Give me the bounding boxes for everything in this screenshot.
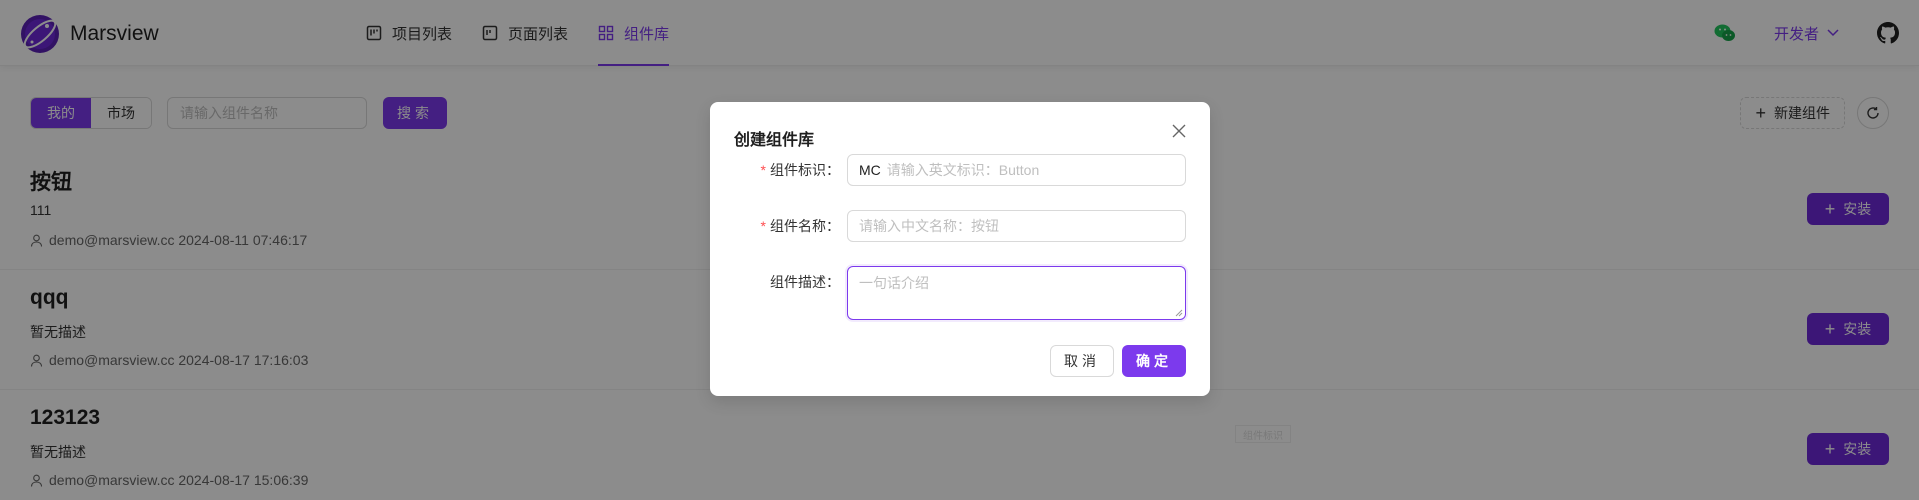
field-label: * 组件名称：	[760, 218, 840, 234]
cancel-button[interactable]: 取消	[1050, 345, 1114, 377]
tag-prefix: MC	[859, 162, 881, 178]
dialog-title: 创建组件库	[734, 132, 815, 149]
resize-handle-icon[interactable]	[1175, 309, 1183, 317]
name-placeholder: 请输入中文名称：按钮	[859, 218, 999, 234]
name-input[interactable]: 请输入中文名称：按钮	[847, 210, 1186, 242]
create-library-dialog: 创建组件库 * 组件标识： MC 请输入英文标识：Button * 组件名称： …	[710, 102, 1210, 396]
tag-input[interactable]: MC 请输入英文标识：Button	[847, 154, 1186, 186]
field-label-text: 组件名称	[770, 218, 826, 234]
close-button[interactable]	[1168, 120, 1190, 142]
tag-placeholder: 请输入英文标识：Button	[886, 162, 1040, 178]
field-label: * 组件标识：	[760, 162, 840, 178]
description-textarea[interactable]: 一句话介绍	[847, 266, 1186, 320]
field-label-text: 组件描述	[770, 274, 826, 290]
required-mark: *	[760, 162, 766, 178]
desc-placeholder: 一句话介绍	[859, 275, 929, 291]
close-icon	[1172, 124, 1186, 138]
confirm-button[interactable]: 确定	[1122, 345, 1186, 377]
field-label: 组件描述：	[770, 274, 840, 290]
field-label-text: 组件标识	[770, 162, 826, 178]
required-mark: *	[760, 218, 766, 234]
